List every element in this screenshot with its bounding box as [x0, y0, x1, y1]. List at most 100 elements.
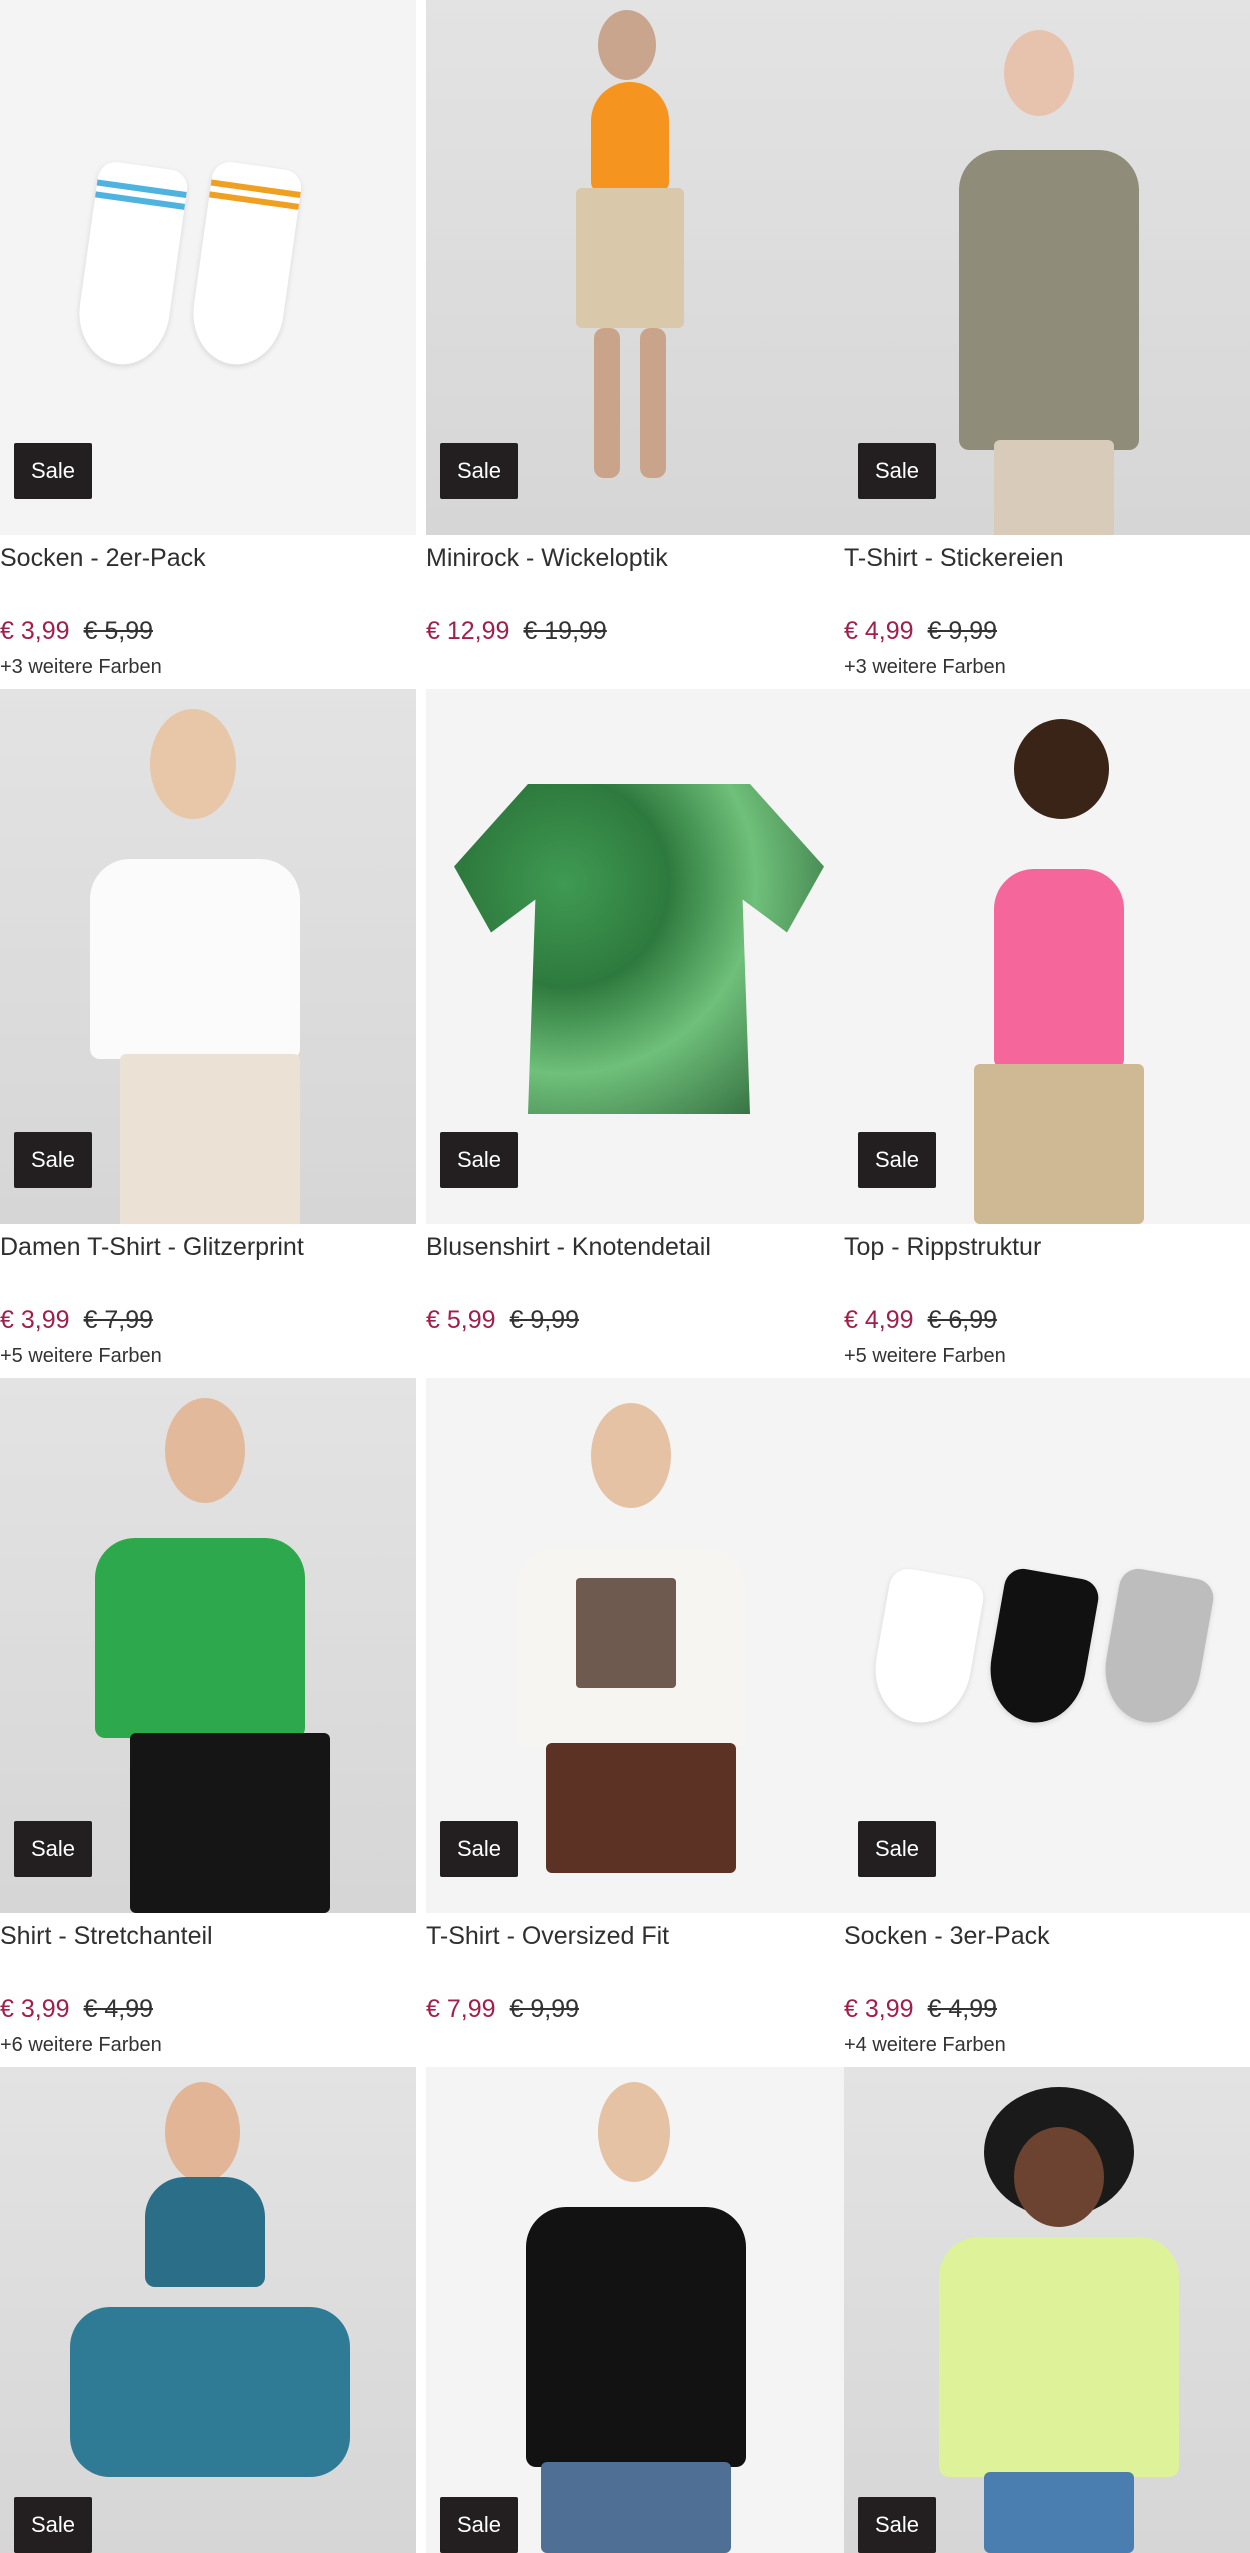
- product-card[interactable]: Sale Top - Rippstruktur € 4,99 € 6,99 +5 …: [844, 689, 1250, 1378]
- product-grid: Sale Socken - 2er-Pack € 3,99 € 5,99 +3 w…: [0, 0, 1250, 2553]
- product-price: € 4,99 € 9,99: [844, 617, 997, 646]
- product-image[interactable]: Sale: [844, 2067, 1250, 2553]
- product-title[interactable]: Minirock - Wickeloptik: [426, 544, 668, 573]
- product-image[interactable]: Sale: [0, 2067, 416, 2553]
- sale-badge: Sale: [858, 1821, 936, 1877]
- model-figure: [130, 1733, 330, 1913]
- model-figure: [576, 188, 684, 328]
- model-figure: [120, 1054, 300, 1224]
- model-figure: [145, 2177, 265, 2287]
- current-price: € 3,99: [844, 1995, 914, 2023]
- current-price: € 7,99: [426, 1995, 496, 2023]
- old-price: € 4,99: [927, 1995, 998, 2023]
- product-card[interactable]: Sale: [844, 2067, 1250, 2553]
- model-figure: [959, 150, 1139, 450]
- product-price: € 12,99 € 19,99: [426, 617, 607, 646]
- model-figure: [526, 2207, 746, 2467]
- sale-badge: Sale: [14, 2497, 92, 2553]
- product-card[interactable]: Sale Damen T-Shirt - Glitzerprint € 3,99…: [0, 689, 416, 1378]
- model-figure: [939, 2237, 1179, 2477]
- product-image[interactable]: Sale: [844, 689, 1250, 1224]
- more-colors[interactable]: +3 weitere Farben: [844, 656, 1006, 679]
- more-colors[interactable]: +5 weitere Farben: [844, 1345, 1006, 1368]
- sock-illustration: [186, 159, 304, 371]
- model-figure: [1014, 719, 1109, 819]
- model-figure: [994, 440, 1114, 535]
- product-title[interactable]: Top - Rippstruktur: [844, 1233, 1041, 1262]
- product-image[interactable]: Sale: [426, 2067, 844, 2553]
- current-price: € 3,99: [0, 1995, 70, 2023]
- old-price: € 7,99: [83, 1306, 154, 1334]
- product-title[interactable]: Shirt - Stretchanteil: [0, 1922, 213, 1951]
- model-figure: [70, 2307, 350, 2477]
- sale-badge: Sale: [440, 1821, 518, 1877]
- product-card[interactable]: Sale T-Shirt - Stickereien € 4,99 € 9,99 …: [844, 0, 1250, 689]
- current-price: € 3,99: [0, 617, 70, 645]
- product-image[interactable]: Sale: [426, 0, 844, 535]
- product-card[interactable]: Sale: [0, 2067, 416, 2553]
- product-image[interactable]: Sale: [844, 0, 1250, 535]
- model-figure: [598, 2082, 670, 2182]
- product-title[interactable]: T-Shirt - Stickereien: [844, 544, 1064, 573]
- product-image[interactable]: Sale: [0, 1378, 416, 1913]
- product-title[interactable]: T-Shirt - Oversized Fit: [426, 1922, 669, 1951]
- shirt-illustration: [454, 784, 824, 1114]
- sale-badge: Sale: [858, 443, 936, 499]
- product-title[interactable]: Blusenshirt - Knotendetail: [426, 1233, 711, 1262]
- sale-badge: Sale: [14, 1821, 92, 1877]
- sale-badge: Sale: [440, 2497, 518, 2553]
- old-price: € 9,99: [509, 1306, 580, 1334]
- old-price: € 19,99: [523, 617, 607, 645]
- product-price: € 3,99 € 7,99: [0, 1306, 153, 1335]
- current-price: € 5,99: [426, 1306, 496, 1334]
- product-price: € 3,99 € 4,99: [0, 1995, 153, 2024]
- old-price: € 4,99: [83, 1995, 154, 2023]
- product-card[interactable]: Sale Blusenshirt - Knotendetail € 5,99 € …: [426, 689, 844, 1378]
- model-figure: [994, 869, 1124, 1069]
- product-card[interactable]: Sale T-Shirt - Oversized Fit € 7,99 € 9,9…: [426, 1378, 844, 2067]
- old-price: € 9,99: [927, 617, 998, 645]
- old-price: € 5,99: [83, 617, 154, 645]
- model-figure: [591, 82, 669, 192]
- product-price: € 5,99 € 9,99: [426, 1306, 579, 1335]
- current-price: € 3,99: [0, 1306, 70, 1334]
- product-card[interactable]: Sale Shirt - Stretchanteil € 3,99 € 4,99 …: [0, 1378, 416, 2067]
- model-figure: [591, 1403, 671, 1508]
- product-price: € 3,99 € 4,99: [844, 1995, 997, 2024]
- product-image[interactable]: Sale: [844, 1378, 1250, 1913]
- more-colors[interactable]: +4 weitere Farben: [844, 2034, 1006, 2057]
- sock-illustration: [981, 1565, 1102, 1731]
- product-price: € 3,99 € 5,99: [0, 617, 153, 646]
- product-card[interactable]: Sale Minirock - Wickeloptik € 12,99 € 19,…: [426, 0, 844, 689]
- print-graphic: [576, 1578, 676, 1688]
- product-card[interactable]: Sale Socken - 3er-Pack € 3,99 € 4,99 +4 w…: [844, 1378, 1250, 2067]
- sale-badge: Sale: [14, 1132, 92, 1188]
- current-price: € 12,99: [426, 617, 510, 645]
- model-figure: [598, 10, 656, 80]
- sale-badge: Sale: [858, 2497, 936, 2553]
- model-figure: [984, 2472, 1134, 2553]
- sale-badge: Sale: [440, 443, 518, 499]
- product-card[interactable]: Sale: [426, 2067, 844, 2553]
- product-card[interactable]: Sale Socken - 2er-Pack € 3,99 € 5,99 +3 w…: [0, 0, 416, 689]
- more-colors[interactable]: +3 weitere Farben: [0, 656, 162, 679]
- model-figure: [95, 1538, 305, 1738]
- sale-badge: Sale: [14, 443, 92, 499]
- product-title[interactable]: Socken - 2er-Pack: [0, 544, 206, 573]
- old-price: € 9,99: [509, 1995, 580, 2023]
- model-figure: [165, 1398, 245, 1503]
- model-figure: [594, 328, 620, 478]
- product-image[interactable]: Sale: [0, 0, 416, 535]
- model-figure: [150, 709, 236, 819]
- model-figure: [165, 2082, 240, 2182]
- current-price: € 4,99: [844, 617, 914, 645]
- product-image[interactable]: Sale: [426, 1378, 844, 1913]
- product-title[interactable]: Damen T-Shirt - Glitzerprint: [0, 1233, 304, 1262]
- product-title[interactable]: Socken - 3er-Pack: [844, 1922, 1050, 1951]
- more-colors[interactable]: +6 weitere Farben: [0, 2034, 162, 2057]
- model-figure: [541, 2462, 731, 2553]
- product-image[interactable]: Sale: [426, 689, 844, 1224]
- sock-illustration: [72, 159, 190, 371]
- product-image[interactable]: Sale: [0, 689, 416, 1224]
- more-colors[interactable]: +5 weitere Farben: [0, 1345, 162, 1368]
